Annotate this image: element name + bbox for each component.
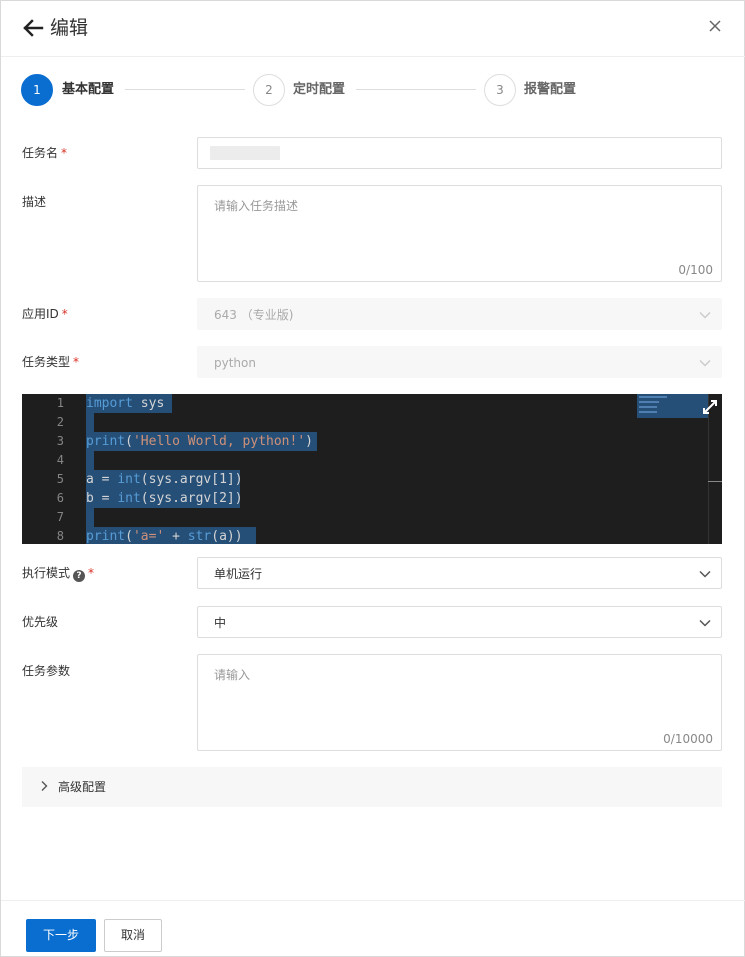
- arrow-left-icon[interactable]: [21, 16, 45, 40]
- required-mark: *: [88, 566, 95, 580]
- task-params-label: 任务参数: [22, 664, 71, 678]
- footer-divider: [1, 900, 745, 901]
- exec-mode-value: 单机运行: [214, 567, 263, 581]
- task-type-select: python: [197, 346, 722, 378]
- chevron-down-icon: [699, 359, 711, 367]
- chevron-down-icon: [699, 311, 711, 319]
- line-number: 1: [56, 396, 64, 410]
- line-number: 3: [56, 434, 64, 448]
- required-mark: *: [61, 146, 68, 160]
- editor-minimap[interactable]: [637, 394, 709, 418]
- line-number: 4: [56, 453, 64, 467]
- required-mark: *: [61, 307, 68, 321]
- minimap-line: [639, 401, 659, 403]
- chevron-right-icon: [41, 781, 48, 791]
- description-label: 描述: [22, 195, 47, 209]
- description-counter: 0/100: [678, 263, 713, 277]
- code-editor[interactable]: 1 2 3 4 5 6 7 8 import sys print('Hello …: [22, 394, 722, 544]
- next-step-button[interactable]: 下一步: [26, 919, 96, 952]
- close-icon[interactable]: [707, 18, 723, 34]
- fullscreen-icon[interactable]: [702, 399, 718, 415]
- step-2-circle: 2: [253, 74, 285, 106]
- minimap-line: [639, 406, 657, 408]
- code-line: print('a=' + str(a)): [86, 529, 243, 544]
- chevron-down-icon: [699, 570, 711, 578]
- priority-label: 优先级: [22, 615, 59, 629]
- app-id-value: 643 （专业版): [214, 308, 294, 322]
- page-title: 编辑: [50, 17, 89, 39]
- exec-mode-label: 执行模式? *: [22, 566, 95, 582]
- code-line: b = int(sys.argv[2]): [86, 491, 243, 506]
- task-params-counter: 0/10000: [663, 732, 713, 746]
- task-params-textarea[interactable]: 请输入 0/10000: [197, 654, 722, 751]
- line-number-gutter: 1 2 3 4 5 6 7 8: [22, 394, 80, 544]
- step-1-circle: 1: [21, 74, 53, 106]
- task-name-input[interactable]: [197, 137, 722, 169]
- advanced-config-toggle[interactable]: 高级配置: [22, 767, 722, 807]
- task-type-value: python: [214, 356, 256, 370]
- step-connector: [125, 89, 245, 90]
- priority-select[interactable]: 中: [197, 606, 722, 638]
- stepper: 1 基本配置 2 定时配置 3 报警配置: [21, 74, 721, 106]
- description-textarea[interactable]: 请输入任务描述 0/100: [197, 185, 722, 282]
- selection-highlight: [86, 508, 94, 527]
- step-1-label: 基本配置: [62, 82, 115, 97]
- app-id-label: 应用ID *: [22, 307, 68, 321]
- task-name-value: [210, 146, 280, 160]
- selection-highlight: [86, 413, 94, 432]
- dialog-header: 编辑: [1, 1, 745, 57]
- line-number: 8: [56, 529, 64, 543]
- app-id-select: 643 （专业版): [197, 298, 722, 330]
- step-3-label: 报警配置: [524, 82, 577, 97]
- line-number: 7: [56, 510, 64, 524]
- editor-scrollbar[interactable]: [708, 394, 709, 544]
- step-connector: [356, 89, 476, 90]
- task-type-label: 任务类型 *: [22, 355, 80, 369]
- edit-dialog: 编辑 1 基本配置 2 定时配置 3 报警配置 任务名 * 描述 请输入任务描述 …: [0, 0, 745, 957]
- required-mark: *: [73, 355, 80, 369]
- step-2-label: 定时配置: [293, 82, 346, 97]
- advanced-config-label: 高级配置: [58, 780, 107, 794]
- code-line: print('Hello World, python!'): [86, 434, 313, 449]
- priority-value: 中: [214, 616, 227, 630]
- scrollbar-marker: [708, 481, 722, 482]
- help-icon[interactable]: ?: [73, 570, 86, 582]
- description-placeholder: 请输入任务描述: [214, 199, 299, 213]
- minimap-line: [639, 411, 657, 413]
- line-number: 2: [56, 415, 64, 429]
- code-line: a = int(sys.argv[1]): [86, 472, 243, 487]
- line-number: 5: [56, 472, 64, 486]
- task-name-label: 任务名 *: [22, 146, 68, 160]
- exec-mode-select[interactable]: 单机运行: [197, 557, 722, 589]
- chevron-down-icon: [699, 619, 711, 627]
- line-number: 6: [56, 491, 64, 505]
- task-params-placeholder: 请输入: [214, 668, 251, 682]
- minimap-line: [639, 396, 667, 398]
- code-line: import sys: [86, 396, 165, 411]
- cancel-button[interactable]: 取消: [104, 919, 162, 952]
- selection-highlight: [86, 451, 94, 470]
- step-3-circle: 3: [484, 74, 516, 106]
